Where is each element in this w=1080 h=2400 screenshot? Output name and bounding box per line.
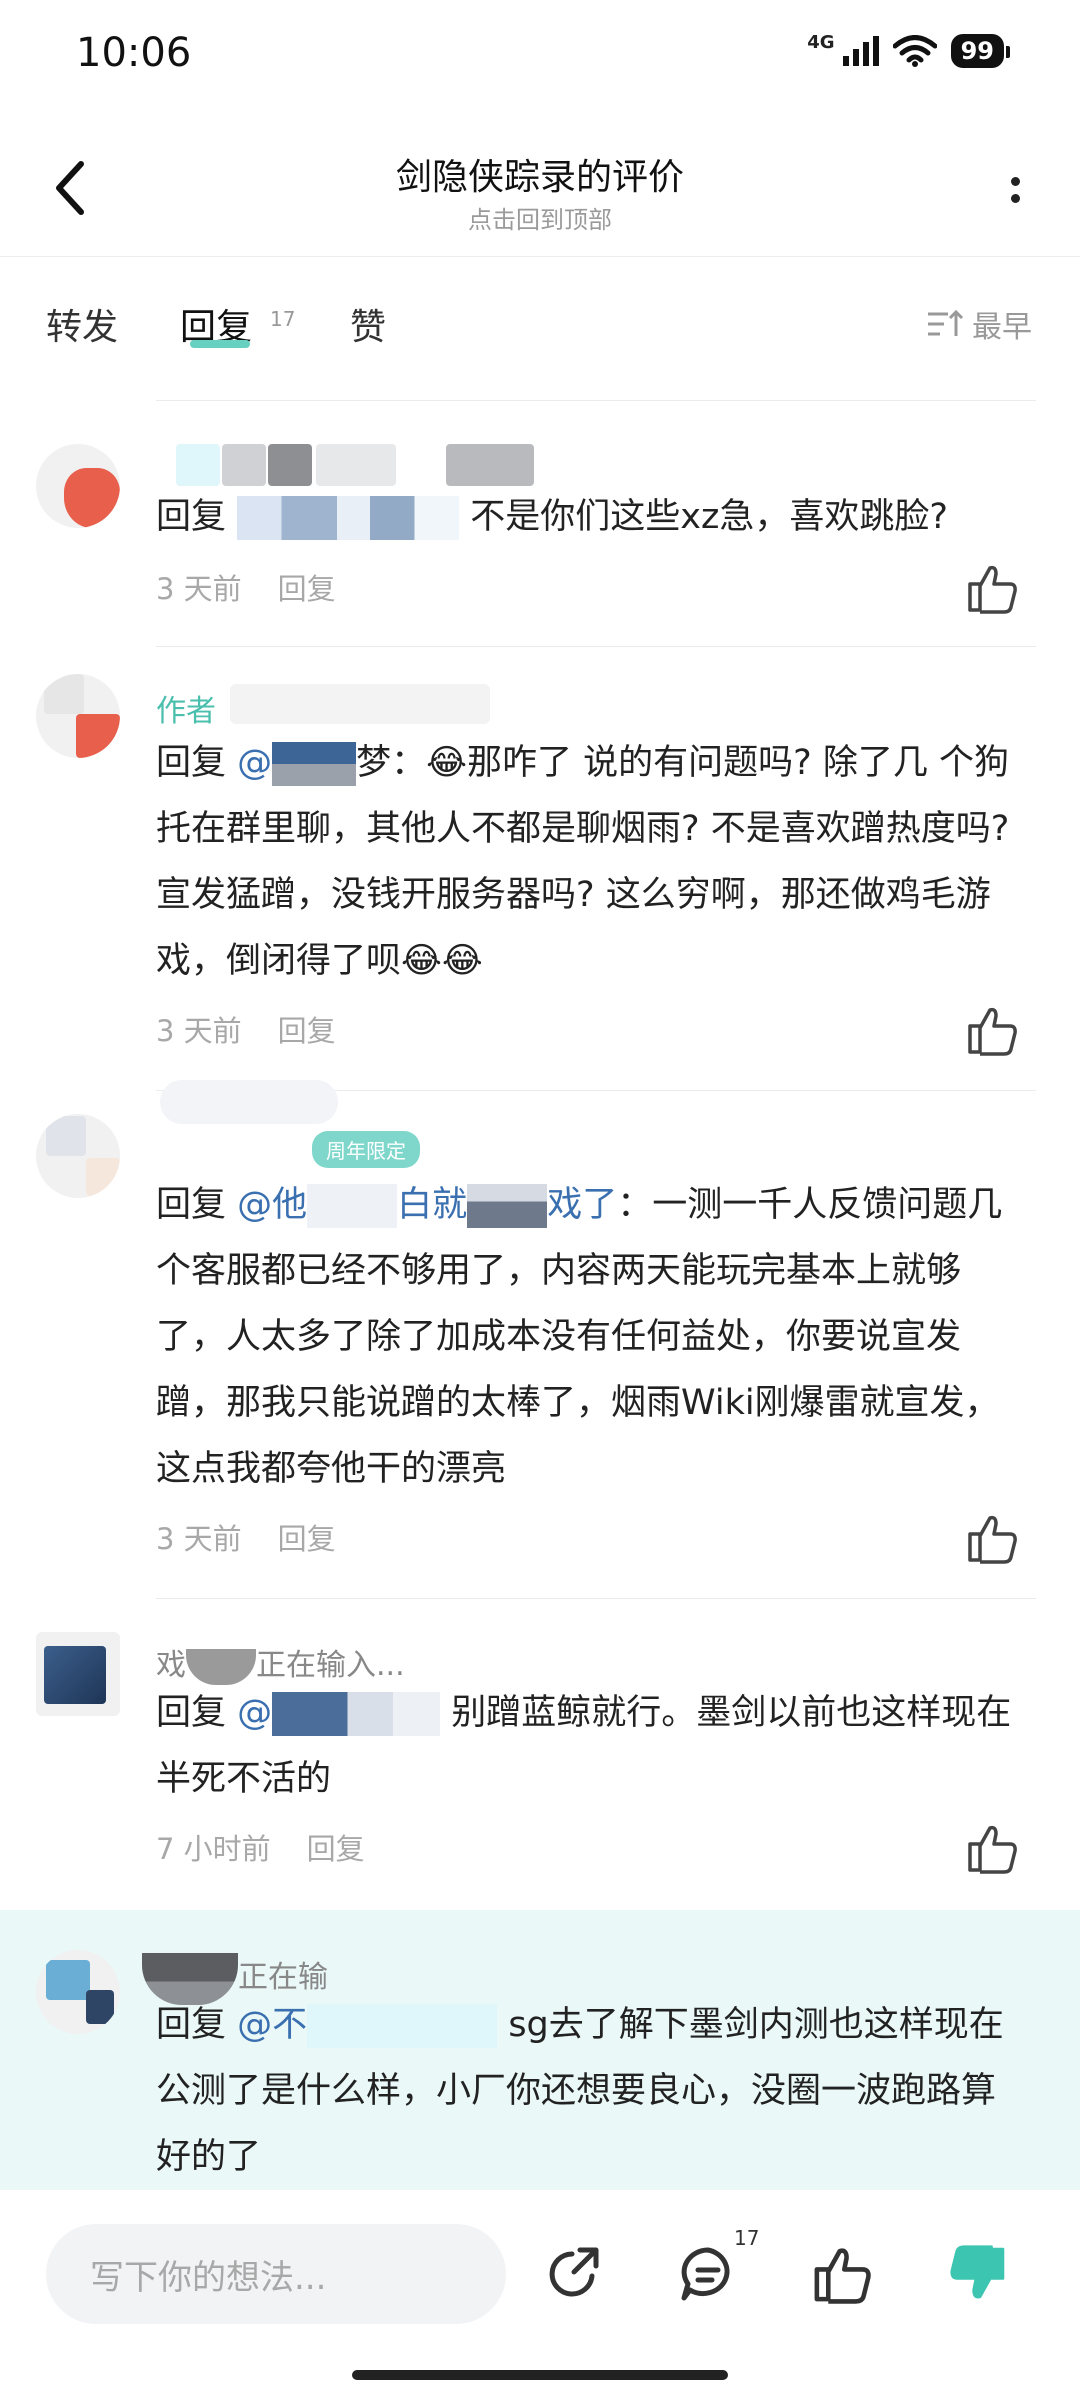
mention-blurred[interactable] [237,496,460,540]
more-options-button[interactable] [990,160,1040,220]
username-suffix: 正在输 [238,1960,328,1995]
reply-button[interactable]: 回复 [307,1832,365,1866]
username-blurred[interactable] [160,1080,338,1124]
status-icons: 4G 99 [807,31,1011,68]
username[interactable]: 戏 正在输入... [156,1640,405,1685]
dislike-icon [950,2245,1005,2299]
mention-tail[interactable]: 白就 [397,1185,467,1225]
thumbs-up-icon[interactable] [964,1820,1020,1876]
comment-text: 回复 @不 sg去了解下墨剑内测也这样现在公测了是什么样，小厂你还想要良心，没圈… [156,1992,1026,2190]
comment-body: 梦：😂那咋了 说的有问题吗? 除了几 [356,743,928,783]
reply-button[interactable]: 回复 [278,572,336,606]
username-prefix: 戏 [156,1648,186,1683]
divider [156,400,1036,401]
avatar[interactable] [36,1632,120,1716]
mention-blurred[interactable] [272,1692,441,1736]
comment-body: 不是你们这些xz急，喜欢跳脸? [470,497,948,537]
comment-text: 回复 @他 白就 戏了：一测一千人反馈问题几个客服都已经不够用了，内容两天能玩完基本… [156,1172,1026,1502]
reply-prefix: 回复 [156,2005,227,2045]
reply-prefix: 回复 [156,497,227,537]
home-indicator[interactable] [352,2370,728,2380]
mention-blurred[interactable] [307,2004,498,2048]
comment-input[interactable]: 写下你的想法... [46,2224,506,2324]
mention[interactable]: @不 [237,2005,307,2045]
avatar[interactable] [36,444,120,528]
reply-count-badge: 17 [734,2226,760,2250]
like-icon [814,2248,871,2304]
sort-button[interactable]: 最早 [926,302,1032,346]
thumbs-up-icon[interactable] [964,1510,1020,1566]
comment-time: 7 小时前 [156,1832,271,1866]
comment-text: 回复 @ 别蹭蓝鲸就行。墨剑以前也这样现在半死不活的 [156,1680,1026,1812]
share-button[interactable] [538,2238,610,2310]
username-suffix: 正在输入... [256,1648,405,1683]
wifi-icon [892,35,937,67]
reply-button[interactable]: 回复 [278,1522,336,1556]
mention[interactable]: @他 [237,1185,307,1225]
thumbs-up-icon[interactable] [964,560,1020,616]
mention-blurred[interactable] [467,1184,548,1228]
network-type: 4G [807,31,835,53]
mention-blurred[interactable] [307,1184,398,1228]
mention-blurred[interactable] [272,742,357,786]
reply-prefix: 回复 [156,1185,227,1225]
comment-meta: 3 天前 回复 [156,1008,336,1050]
username-blurred[interactable] [230,684,490,724]
avatar[interactable] [36,674,120,758]
tab-repost[interactable]: 转发 [46,298,118,350]
sort-label: 最早 [972,310,1032,345]
sort-icon [928,309,964,336]
dot-icon [1010,194,1020,203]
battery-icon: 99 [950,34,1011,68]
mention[interactable]: @ [237,1693,272,1733]
active-tab-indicator [190,340,250,348]
username[interactable]: 作者 [156,686,216,730]
username-blurred[interactable] [176,444,534,486]
comment-body: ：一测一千人反馈问题几个客服都已经不够用了，内容两天能玩完基本上就够了，人太多了… [156,1185,1003,1489]
anniversary-badge: 周年限定 [312,1131,420,1168]
reply-prefix: 回复 [156,1693,227,1733]
signal-icon [842,36,879,66]
mention-end[interactable]: 戏了 [547,1185,617,1225]
divider [156,1598,1036,1599]
avatar[interactable] [36,1950,120,2034]
dislike-button[interactable] [942,2238,1014,2310]
reply-button[interactable]: 回复 [278,1014,336,1048]
like-button[interactable] [806,2238,878,2310]
page-title[interactable]: 剑隐侠踪录的评价 [0,148,1080,200]
comment-time: 3 天前 [156,1522,242,1556]
comment-meta: 7 小时前 回复 [156,1826,365,1868]
comment-time: 3 天前 [156,1014,242,1048]
tab-replies-count: 17 [270,307,296,331]
comment-meta: 3 天前 回复 [156,1516,336,1558]
thumbs-up-icon[interactable] [964,1002,1020,1058]
comment-icon [681,2247,730,2301]
tab-likes[interactable]: 赞 [350,298,386,350]
share-icon [549,2247,599,2297]
scroll-to-top-hint[interactable]: 点击回到顶部 [0,200,1080,235]
comment-meta: 3 天前 回复 [156,566,336,608]
mention[interactable]: @ [237,743,272,783]
reply-prefix: 回复 [156,743,227,783]
comment-input-placeholder: 写下你的想法... [90,2257,327,2298]
comment-text: 回复 @ 梦：😂那咋了 说的有问题吗? 除了几 个狗托在群里聊，其他人不都是聊烟雨… [156,730,1026,994]
status-time: 10:06 [76,30,192,76]
avatar[interactable] [36,1114,120,1198]
comment-text: 回复 不是你们这些xz急，喜欢跳脸? [156,484,1026,550]
header-divider [0,256,1080,257]
divider [156,646,1036,647]
dot-icon [1010,177,1020,186]
comment-time: 3 天前 [156,572,242,606]
